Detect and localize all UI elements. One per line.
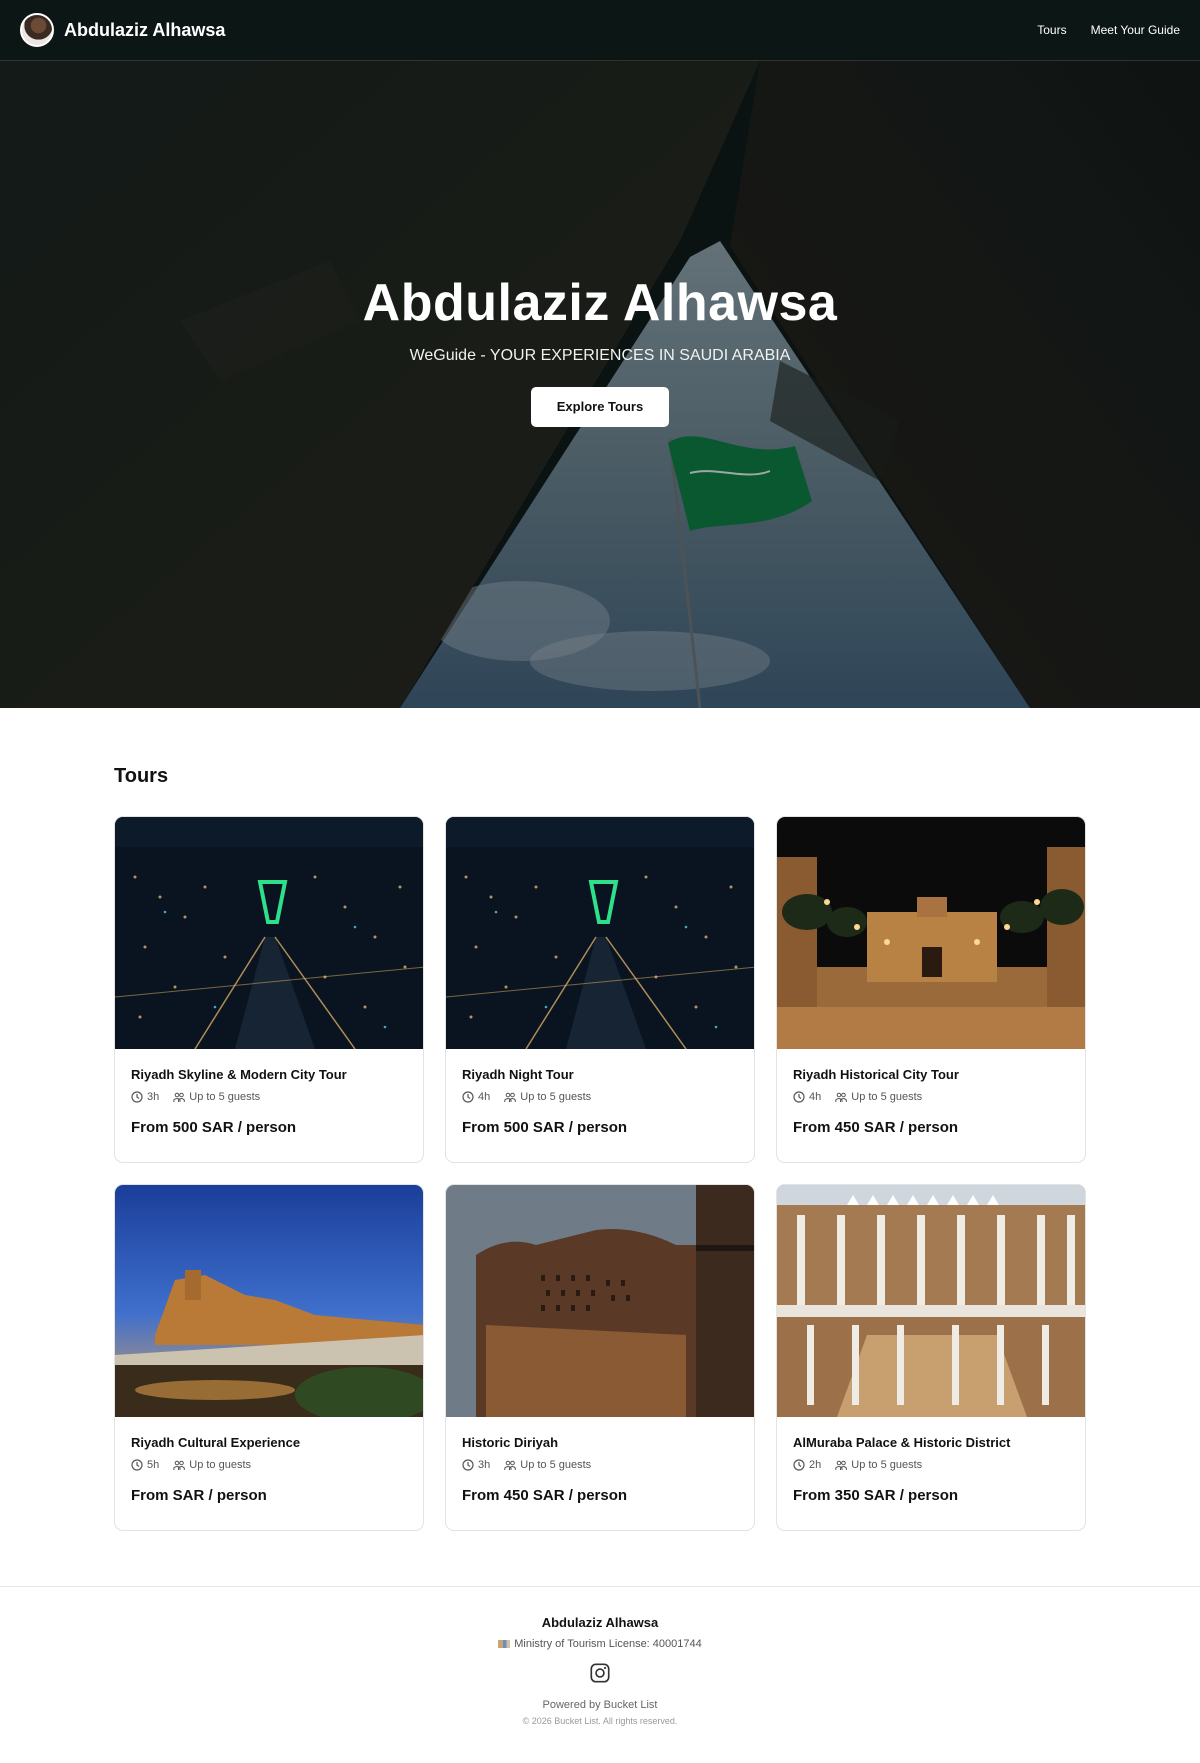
page-footer: Abdulaziz Alhawsa Ministry of Tourism Li… (0, 1586, 1200, 1763)
clock-icon (131, 1091, 143, 1103)
tour-guests: Up to 5 guests (851, 1091, 923, 1103)
clock-icon (131, 1459, 143, 1471)
tour-title: Riyadh Skyline & Modern City Tour (131, 1067, 347, 1082)
tour-title: Historic Diriyah (462, 1435, 559, 1450)
group-icon (504, 1460, 517, 1470)
tour-price: From SAR / person (131, 1487, 267, 1504)
tour-meta: 4h Up to 5 guests (793, 1091, 1069, 1103)
tours-grid: Riyadh Skyline & Modern City Tour 3h Up … (114, 816, 1086, 1531)
tour-meta: 3h Up to 5 guests (131, 1091, 407, 1103)
tour-meta: 4h Up to 5 guests (462, 1091, 738, 1103)
clock-icon (793, 1091, 805, 1103)
tour-image-city-night (446, 817, 754, 1049)
tours-heading: Tours (114, 765, 169, 787)
hero-subtitle: WeGuide - YOUR EXPERIENCES IN SAUDI ARAB… (409, 346, 791, 364)
tour-card[interactable]: Riyadh Historical City Tour 4h Up to 5 g… (776, 816, 1086, 1163)
group-icon (173, 1092, 186, 1102)
tour-card[interactable]: Riyadh Night Tour 4h Up to 5 guests From… (445, 816, 755, 1163)
tour-title: Riyadh Cultural Experience (131, 1435, 301, 1450)
brand-link[interactable]: Abdulaziz Alhawsa (20, 13, 225, 47)
hero-title: Abdulaziz Alhawsa (362, 273, 838, 332)
group-icon (835, 1460, 848, 1470)
license-card-icon (498, 1640, 511, 1648)
footer-license-text: Ministry of Tourism License: 40001744 (514, 1638, 702, 1650)
clock-icon (462, 1459, 474, 1471)
tour-guests: Up to 5 guests (520, 1091, 592, 1103)
tour-meta: 5h Up to guests (131, 1459, 407, 1471)
tour-card[interactable]: AlMuraba Palace & Historic District 2h U… (776, 1184, 1086, 1531)
clock-icon (793, 1459, 805, 1471)
tour-price: From 500 SAR / person (462, 1119, 628, 1136)
footer-license: Ministry of Tourism License: 40001744 (0, 1638, 1200, 1650)
tour-image-mud-brick-wall (446, 1185, 754, 1417)
hero-section: Abdulaziz Alhawsa WeGuide - YOUR EXPERIE… (0, 61, 1200, 708)
tour-title: Riyadh Historical City Tour (793, 1067, 959, 1082)
tour-meta: 3h Up to 5 guests (462, 1459, 738, 1471)
tour-image-diriyah-dusk (115, 1185, 423, 1417)
tour-duration: 4h (478, 1091, 491, 1103)
top-navbar: Abdulaziz Alhawsa Tours Meet Your Guide (0, 0, 1200, 61)
tour-duration: 2h (809, 1459, 822, 1471)
tour-card[interactable]: Historic Diriyah 3h Up to 5 guests From … (445, 1184, 755, 1531)
tour-duration: 5h (147, 1459, 160, 1471)
tour-guests: Up to 5 guests (189, 1091, 261, 1103)
hero-content: Abdulaziz Alhawsa WeGuide - YOUR EXPERIE… (0, 61, 1200, 708)
clock-icon (462, 1091, 474, 1103)
tour-duration: 3h (478, 1459, 491, 1471)
footer-copyright: © 2026 Bucket List. All rights reserved. (522, 1716, 678, 1726)
tour-price: From 450 SAR / person (462, 1487, 628, 1504)
group-icon (835, 1092, 848, 1102)
tour-price: From 450 SAR / person (793, 1119, 959, 1136)
tour-price: From 500 SAR / person (131, 1119, 297, 1136)
tour-image-historic-palace (777, 817, 1085, 1049)
tour-card[interactable]: Riyadh Skyline & Modern City Tour 3h Up … (114, 816, 424, 1163)
tour-title: AlMuraba Palace & Historic District (793, 1435, 1011, 1450)
explore-tours-button[interactable]: Explore Tours (530, 386, 670, 427)
tour-image-palace-courtyard (777, 1185, 1085, 1417)
tour-price: From 350 SAR / person (793, 1487, 959, 1504)
group-icon (504, 1092, 517, 1102)
tour-duration: 4h (809, 1091, 822, 1103)
instagram-icon[interactable] (589, 1662, 611, 1684)
tour-duration: 3h (147, 1091, 160, 1103)
tour-guests: Up to 5 guests (851, 1459, 923, 1471)
tour-meta: 2h Up to 5 guests (793, 1459, 1069, 1471)
tour-card[interactable]: Riyadh Cultural Experience 5h Up to gues… (114, 1184, 424, 1531)
tour-title: Riyadh Night Tour (462, 1067, 574, 1082)
group-icon (173, 1460, 186, 1470)
nav-link-tours[interactable]: Tours (1037, 23, 1066, 37)
main-nav: Tours Meet Your Guide (1037, 23, 1180, 37)
footer-powered-by[interactable]: Powered by Bucket List (0, 1699, 1200, 1711)
footer-guide-name: Abdulaziz Alhawsa (541, 1615, 659, 1630)
tour-image-city-night (115, 817, 423, 1049)
nav-link-meet-your-guide[interactable]: Meet Your Guide (1091, 23, 1180, 37)
tour-guests: Up to 5 guests (520, 1459, 592, 1471)
brand-name: Abdulaziz Alhawsa (64, 19, 226, 40)
tour-guests: Up to guests (189, 1459, 252, 1471)
avatar (20, 13, 54, 47)
